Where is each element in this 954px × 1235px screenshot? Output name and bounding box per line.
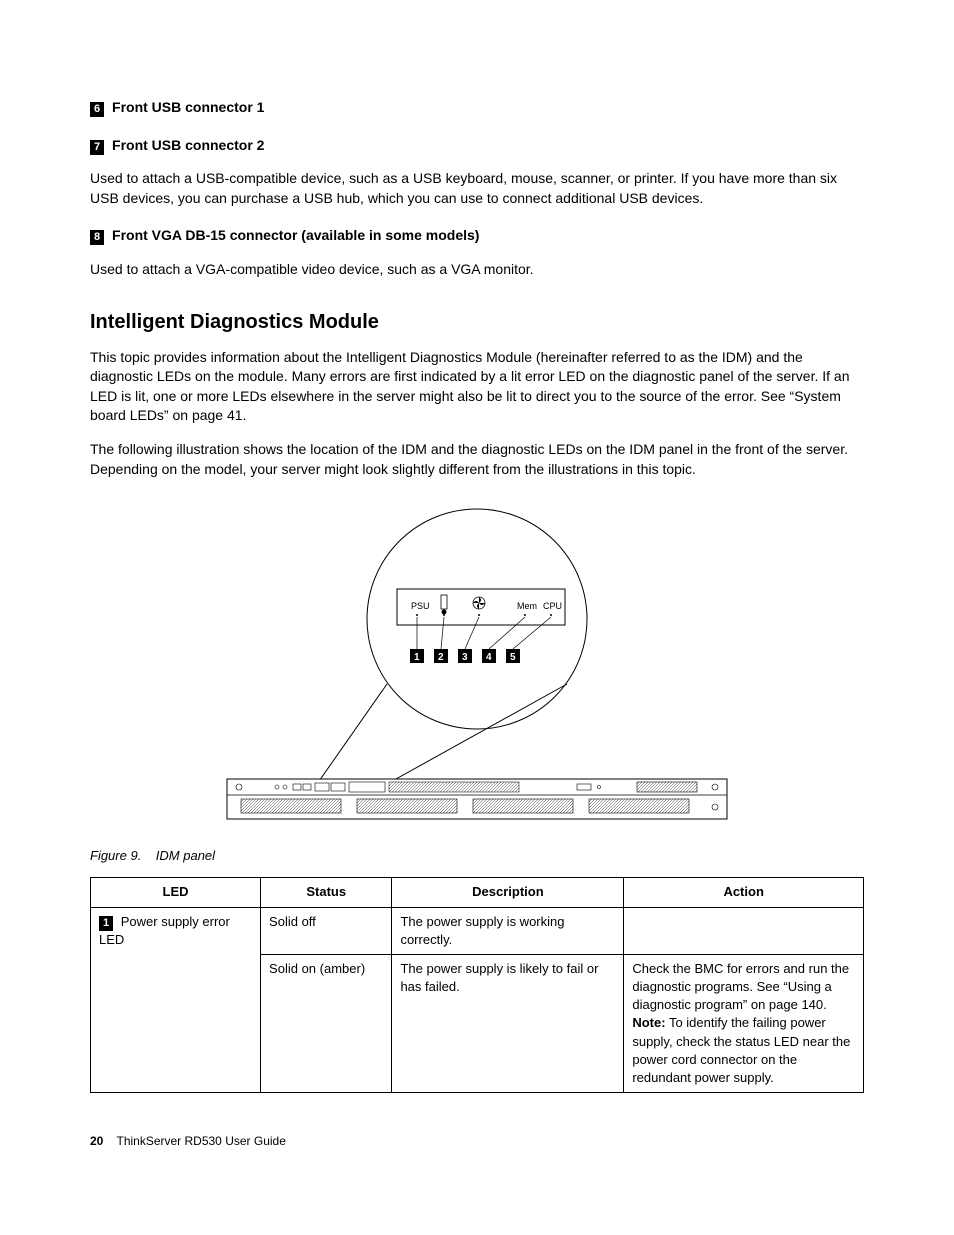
figure-caption: Figure 9. IDM panel: [90, 847, 864, 865]
figure-label: Figure 9.: [90, 848, 141, 863]
page-footer: 20 ThinkServer RD530 User Guide: [90, 1133, 864, 1150]
panel-label-cpu: CPU: [543, 601, 562, 611]
vga-description: Used to attach a VGA-compatible video de…: [90, 260, 864, 280]
th-led: LED: [91, 878, 261, 907]
cell-desc-2: The power supply is likely to fail or ha…: [392, 954, 624, 1092]
action-text: Check the BMC for errors and run the dia…: [632, 961, 849, 1012]
item-8-heading: 8 Front VGA DB-15 connector (available i…: [90, 226, 864, 246]
section-heading-idm: Intelligent Diagnostics Module: [90, 308, 864, 336]
note-text: To identify the failing power supply, ch…: [632, 1015, 850, 1085]
panel-label-mem: Mem: [517, 601, 537, 611]
doc-title: ThinkServer RD530 User Guide: [116, 1134, 285, 1148]
idm-paragraph-2: The following illustration shows the loc…: [90, 440, 864, 479]
led-table: LED Status Description Action 1 Power su…: [90, 877, 864, 1093]
figure-idm-panel: PSU Mem CPU 1 2 3 4 5: [90, 499, 864, 829]
cell-action-1: [624, 907, 864, 954]
table-row: 1 Power supply error LED Solid off The p…: [91, 907, 864, 954]
callout-7: 7: [90, 140, 104, 155]
figure-caption-text: IDM panel: [156, 848, 215, 863]
item-7-title: Front USB connector 2: [112, 137, 264, 153]
page-number: 20: [90, 1134, 103, 1148]
callout-fig-4: 4: [486, 652, 492, 663]
item-8-title: Front VGA DB-15 connector (available in …: [112, 227, 479, 243]
panel-label-psu: PSU: [411, 601, 430, 611]
callout-fig-3: 3: [462, 652, 468, 663]
th-status: Status: [261, 878, 392, 907]
item-7-heading: 7 Front USB connector 2: [90, 136, 864, 156]
item-6-heading: 6 Front USB connector 1: [90, 98, 864, 118]
idm-paragraph-1: This topic provides information about th…: [90, 348, 864, 426]
callout-table-1: 1: [99, 916, 113, 931]
cell-status-2: Solid on (amber): [261, 954, 392, 1092]
callout-6: 6: [90, 102, 104, 117]
cell-action-2: Check the BMC for errors and run the dia…: [624, 954, 864, 1092]
led-name: Power supply error LED: [99, 914, 230, 947]
callout-fig-1: 1: [414, 652, 420, 663]
cell-status-1: Solid off: [261, 907, 392, 954]
callout-8: 8: [90, 230, 104, 245]
th-description: Description: [392, 878, 624, 907]
item-6-title: Front USB connector 1: [112, 99, 264, 115]
callout-fig-5: 5: [510, 652, 516, 663]
cell-desc-1: The power supply is working correctly.: [392, 907, 624, 954]
cell-led: 1 Power supply error LED: [91, 907, 261, 1093]
note-label: Note:: [632, 1015, 665, 1030]
th-action: Action: [624, 878, 864, 907]
usb-description: Used to attach a USB-compatible device, …: [90, 169, 864, 208]
fan-icon: [473, 597, 485, 609]
callout-fig-2: 2: [438, 652, 444, 663]
